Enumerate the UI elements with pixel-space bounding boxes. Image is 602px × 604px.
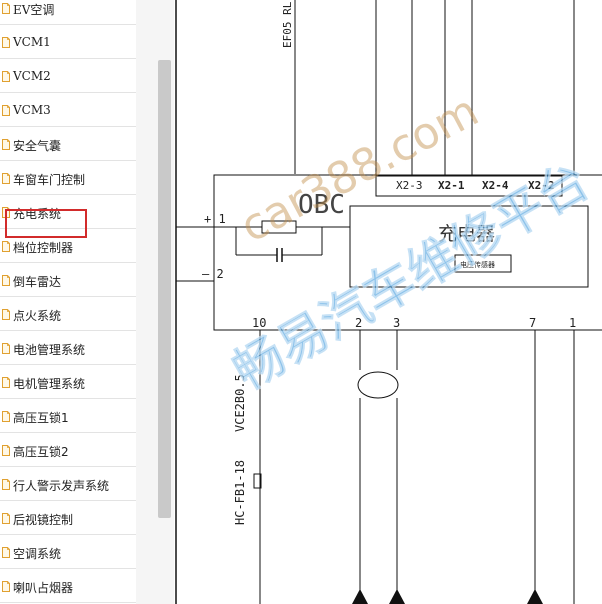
scrollbar-thumb[interactable] — [158, 60, 171, 518]
sidebar-item[interactable]: VCM1 — [0, 26, 136, 59]
pin-label-1: 1 — [569, 316, 576, 330]
sidebar-item-label: 行人警示发声系统 — [13, 479, 110, 493]
sidebar-item-label: 后视镜控制 — [13, 513, 74, 527]
wire-label-hc: HC-FB1-18 — [233, 460, 247, 525]
sidebar-item[interactable]: 电机管理系统 — [0, 366, 136, 399]
sidebar-item-label: 倒车雷达 — [13, 275, 62, 289]
sidebar-item-label: 电池管理系统 — [13, 343, 86, 357]
document-icon — [2, 71, 10, 82]
document-icon — [2, 445, 10, 456]
document-icon — [2, 37, 10, 48]
sidebar-item[interactable]: 高压互锁1 — [0, 400, 136, 433]
sidebar-item-label: 空调系统 — [13, 547, 62, 561]
document-icon — [2, 173, 10, 184]
document-icon — [2, 309, 10, 320]
sidebar-item[interactable]: 空调系统 — [0, 536, 136, 569]
sidebar-item-label: 点火系统 — [13, 309, 62, 323]
document-icon — [2, 343, 10, 354]
sidebar-item[interactable]: 高压互锁2 — [0, 434, 136, 467]
sidebar-item[interactable]: 电池管理系统 — [0, 332, 136, 365]
document-icon — [2, 377, 10, 388]
sidebar-item[interactable]: EV空调 — [0, 0, 136, 25]
sidebar-item[interactable]: 后视镜控制 — [0, 502, 136, 535]
document-icon — [2, 105, 10, 116]
sidebar-item-label: 车窗车门控制 — [13, 173, 86, 187]
sidebar-item-label: 档位控制器 — [13, 241, 74, 255]
sidebar-item-label: VCM1 — [13, 35, 51, 49]
document-icon — [2, 3, 10, 14]
document-icon — [2, 139, 10, 150]
sidebar-item[interactable]: 喇叭占烟器 — [0, 570, 136, 603]
pin-label-7: 7 — [529, 316, 536, 330]
sidebar-item[interactable]: VCM2 — [0, 60, 136, 93]
sidebar-item[interactable]: 倒车雷达 — [0, 264, 136, 297]
sidebar-nav: EV空调 VCM1 VCM2 VCM3 安全气囊 车窗车门控制 充电系统 档位控制器 倒车雷达点… — [0, 0, 136, 604]
document-icon — [2, 411, 10, 422]
wiring-diagram: EF05 RL X2-3 X2-1 X2-4 X2-2 OBC 充电器 电压传感… — [175, 0, 602, 604]
sidebar-item-label: VCM2 — [13, 69, 51, 83]
sidebar-item[interactable]: 点火系统 — [0, 298, 136, 331]
sidebar-item[interactable]: 安全气囊 — [0, 128, 136, 161]
document-icon — [2, 241, 10, 252]
document-icon — [2, 513, 10, 524]
document-icon — [2, 581, 10, 592]
document-icon — [2, 479, 10, 490]
sidebar-item[interactable]: 车窗车门控制 — [0, 162, 136, 195]
minus-pin-label: – 2 — [202, 267, 224, 281]
plus-pin-label: + 1 — [204, 212, 226, 226]
sidebar-item-label: 安全气囊 — [13, 139, 62, 153]
sidebar-item-label: 高压互锁2 — [13, 445, 69, 459]
document-icon — [2, 275, 10, 286]
sidebar-item-label: 喇叭占烟器 — [13, 581, 74, 595]
connector-label-1: X2-3 — [396, 179, 423, 192]
document-icon — [2, 547, 10, 558]
sidebar-item-label: 电机管理系统 — [13, 377, 86, 391]
connector-label-2: X2-1 — [438, 179, 465, 192]
sidebar-item-label: EV空调 — [13, 3, 55, 17]
top-wire-label: EF05 RL — [281, 1, 294, 48]
sidebar-item-label: VCM3 — [13, 103, 51, 117]
sidebar-item[interactable]: 行人警示发声系统 — [0, 468, 136, 501]
sidebar-item[interactable]: VCM3 — [0, 94, 136, 127]
selected-item-highlight — [5, 209, 87, 238]
sidebar-item-label: 高压互锁1 — [13, 411, 69, 425]
